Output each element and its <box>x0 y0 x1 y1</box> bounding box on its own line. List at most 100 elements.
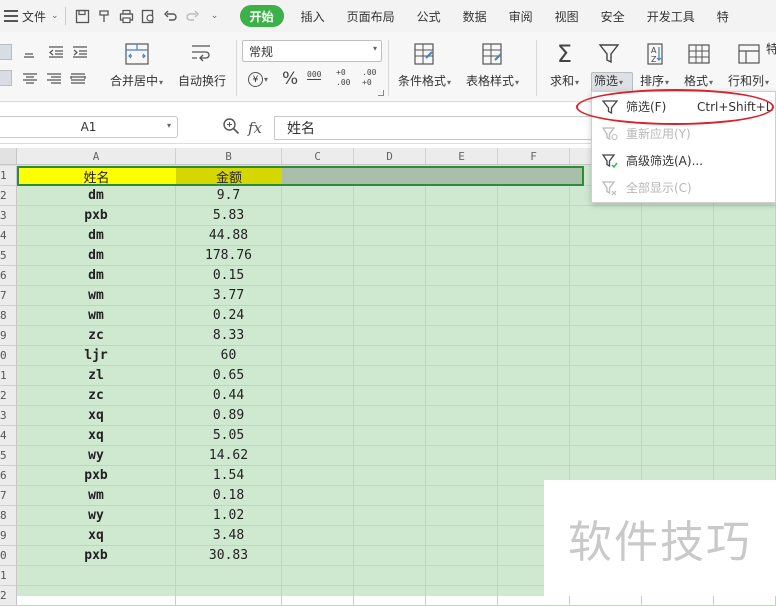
grid-cell[interactable] <box>426 246 498 266</box>
grid-cell[interactable] <box>282 286 354 306</box>
cell-name[interactable]: pxb <box>17 466 176 486</box>
chevron-down-icon[interactable]: ▾ <box>167 121 171 130</box>
column-header[interactable]: F <box>498 148 570 165</box>
currency-button[interactable]: ¥ ▾ <box>248 70 278 88</box>
grid-cell[interactable] <box>570 446 642 466</box>
grid-cell[interactable] <box>498 326 570 346</box>
cell-amount[interactable]: 1.02 <box>176 506 282 526</box>
undo-icon[interactable] <box>162 7 180 25</box>
column-header[interactable]: A <box>17 148 176 165</box>
distributed-align-icon[interactable] <box>70 71 86 87</box>
grid-cell[interactable] <box>642 306 714 326</box>
grid-cell[interactable] <box>570 266 642 286</box>
grid-cell[interactable] <box>498 186 570 206</box>
cell-name[interactable]: wy <box>17 506 176 526</box>
cell-name[interactable]: wy <box>17 446 176 466</box>
grid-cell[interactable] <box>642 366 714 386</box>
cell-name[interactable]: wm <box>17 286 176 306</box>
number-format-select[interactable]: 常规 ▾ <box>242 40 382 62</box>
tab-7[interactable]: 安全 <box>590 5 636 27</box>
grid-cell[interactable] <box>354 366 426 386</box>
grid-cell[interactable] <box>354 586 426 606</box>
insert-function-button[interactable]: fx <box>248 119 262 137</box>
tab-9[interactable]: 特 <box>706 5 740 27</box>
grid-cell[interactable] <box>282 486 354 506</box>
tab-2[interactable]: 页面布局 <box>336 5 406 27</box>
align-center-top-icon[interactable] <box>22 46 36 60</box>
grid-cell[interactable] <box>498 306 570 326</box>
grid-cell[interactable] <box>426 206 498 226</box>
row-header[interactable]: 5 <box>0 246 17 266</box>
grid-cell[interactable] <box>282 226 354 246</box>
cell-name[interactable]: dm <box>17 266 176 286</box>
cell-amount[interactable]: 0.24 <box>176 306 282 326</box>
percent-button[interactable]: % <box>282 69 298 89</box>
grid-cell[interactable] <box>714 326 776 346</box>
column-header[interactable]: E <box>426 148 498 165</box>
grid-cell[interactable] <box>642 246 714 266</box>
row-header[interactable]: 0 <box>0 346 17 366</box>
cell-name[interactable]: dm <box>17 186 176 206</box>
grid-cell[interactable] <box>176 566 282 586</box>
cell-name[interactable]: ljr <box>17 346 176 366</box>
grid-cell[interactable] <box>498 446 570 466</box>
cell-name[interactable]: zc <box>17 326 176 346</box>
row-header[interactable]: 1 <box>0 366 17 386</box>
thousands-button[interactable]: 000 <box>307 70 322 80</box>
grid-cell[interactable] <box>570 306 642 326</box>
grid-cell[interactable] <box>282 206 354 226</box>
zoom-search-icon[interactable] <box>222 117 240 138</box>
cell-name[interactable]: pxb <box>17 546 176 566</box>
grid-cell[interactable] <box>17 586 176 606</box>
grid-cell[interactable] <box>570 326 642 346</box>
grid-cell[interactable] <box>354 566 426 586</box>
grid-cell[interactable] <box>426 426 498 446</box>
grid-cell[interactable] <box>426 386 498 406</box>
cell-amount[interactable]: 1.54 <box>176 466 282 486</box>
align-left-icon[interactable] <box>0 70 12 86</box>
grid-cell[interactable] <box>570 226 642 246</box>
tab-0[interactable]: 开始 <box>239 5 284 27</box>
grid-cell[interactable] <box>714 406 776 426</box>
grid-cell[interactable] <box>354 526 426 546</box>
tab-5[interactable]: 审阅 <box>498 5 544 27</box>
row-header[interactable]: 5 <box>0 446 17 466</box>
file-menu[interactable]: 文件 ⌄ <box>0 8 59 25</box>
align-center-icon[interactable] <box>22 71 38 87</box>
cell-amount[interactable]: 3.48 <box>176 526 282 546</box>
cell-amount[interactable]: 0.18 <box>176 486 282 506</box>
print-preview-icon[interactable] <box>140 7 158 25</box>
row-header[interactable]: 6 <box>0 266 17 286</box>
grid-cell[interactable] <box>354 486 426 506</box>
grid-cell[interactable] <box>426 506 498 526</box>
grid-cell[interactable] <box>498 346 570 366</box>
grid-cell[interactable] <box>570 386 642 406</box>
grid-cell[interactable] <box>426 446 498 466</box>
column-header[interactable]: B <box>176 148 282 165</box>
grid-cell[interactable] <box>354 346 426 366</box>
grid-cell[interactable] <box>282 406 354 426</box>
select-all-corner[interactable] <box>0 148 17 165</box>
merge-center-button[interactable]: 合并居中▾ <box>110 40 163 89</box>
grid-cell[interactable] <box>498 226 570 246</box>
grid-cell[interactable] <box>426 226 498 246</box>
grid-cell[interactable] <box>426 526 498 546</box>
grid-cell[interactable] <box>714 266 776 286</box>
grid-cell[interactable] <box>498 246 570 266</box>
column-header[interactable]: C <box>282 148 354 165</box>
grid-cell[interactable] <box>642 446 714 466</box>
row-header[interactable]: 8 <box>0 306 17 326</box>
grid-cell[interactable] <box>354 226 426 246</box>
cell-name[interactable]: pxb <box>17 206 176 226</box>
row-header[interactable]: 2 <box>0 386 17 406</box>
grid-cell[interactable] <box>354 446 426 466</box>
special-button[interactable]: 特 <box>766 40 776 57</box>
tab-4[interactable]: 数据 <box>452 5 498 27</box>
row-header[interactable]: 2 <box>0 186 17 206</box>
cell-amount[interactable]: 5.05 <box>176 426 282 446</box>
grid-cell[interactable] <box>426 186 498 206</box>
wrap-text-button[interactable]: 自动换行 <box>178 40 226 89</box>
grid-cell[interactable] <box>354 206 426 226</box>
menu-item-advanced-filter[interactable]: 高级筛选(A)... <box>592 147 776 174</box>
cell-name[interactable]: wm <box>17 486 176 506</box>
